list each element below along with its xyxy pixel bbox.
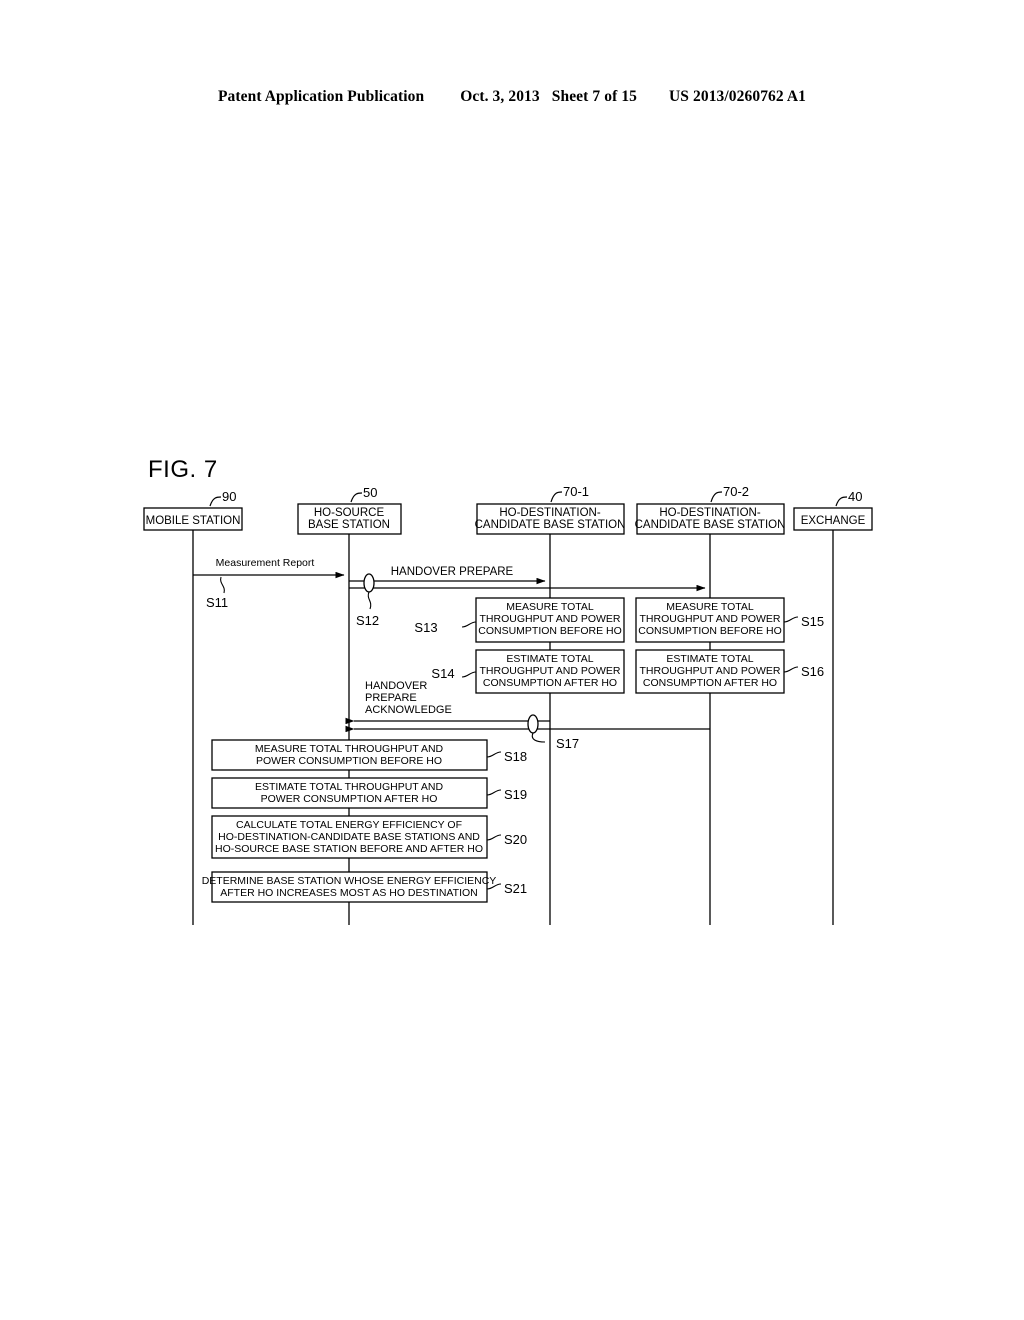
process-box-s15: MEASURE TOTAL THROUGHPUT AND POWER CONSU…	[635, 597, 824, 643]
message-label-hpa-line1: HANDOVER	[365, 680, 427, 692]
process-s19-line2: POWER CONSUMPTION AFTER HO	[261, 793, 438, 805]
process-box-s18: MEASURE TOTAL THROUGHPUT AND POWER CONSU…	[211, 739, 527, 771]
process-s15-line1: MEASURE TOTAL	[666, 601, 754, 613]
process-s16-line3: CONSUMPTION AFTER HO	[643, 677, 777, 689]
step-label-s21: S21	[504, 881, 527, 896]
lifeline-label-candidate1-line2: CANDIDATE BASE STATION	[475, 519, 626, 531]
process-s16-line1: ESTIMATE TOTAL	[666, 653, 753, 665]
process-s21-line1: DETERMINE BASE STATION WHOSE ENERGY EFFI…	[202, 875, 497, 887]
step-label-s11: S11	[206, 595, 228, 610]
process-box-s19: ESTIMATE TOTAL THROUGHPUT AND POWER CONS…	[211, 777, 527, 809]
reference-numeral-90: 90	[222, 489, 236, 504]
lifeline-label-exchange: EXCHANGE	[801, 515, 866, 527]
step-label-s13: S13	[414, 620, 437, 635]
reference-numeral-50: 50	[363, 485, 377, 500]
process-s19-line1: ESTIMATE TOTAL THROUGHPUT AND	[255, 781, 443, 793]
reference-numeral-40: 40	[848, 489, 862, 504]
sequence-diagram: MOBILE STATION 90 HO-SOURCE BASE STATION…	[143, 484, 873, 925]
lifeline-label-mobile-station: MOBILE STATION	[146, 515, 241, 527]
process-box-s20: CALCULATE TOTAL ENERGY EFFICIENCY OF HO-…	[211, 815, 527, 859]
step-label-s18: S18	[504, 749, 527, 764]
lifeline-head-ho-dest-candidate-2: HO-DESTINATION- CANDIDATE BASE STATION 7…	[635, 484, 786, 535]
process-s15-line2: THROUGHPUT AND POWER	[640, 613, 781, 625]
step-label-s20: S20	[504, 832, 527, 847]
process-s13-line3: CONSUMPTION BEFORE HO	[478, 625, 622, 637]
process-box-s16: ESTIMATE TOTAL THROUGHPUT AND POWER CONS…	[635, 649, 824, 694]
lifeline-head-mobile-station: MOBILE STATION 90	[143, 489, 243, 531]
process-s15-line3: CONSUMPTION BEFORE HO	[638, 625, 782, 637]
reference-numeral-70-2: 70-2	[723, 484, 749, 499]
reference-numeral-70-1: 70-1	[563, 484, 589, 499]
lifeline-label-candidate2-line1: HO-DESTINATION-	[659, 507, 761, 519]
lifeline-label-ho-source-line1: HO-SOURCE	[314, 507, 385, 519]
step-label-s15: S15	[801, 614, 824, 629]
process-s18-line1: MEASURE TOTAL THROUGHPUT AND	[255, 743, 444, 755]
figure-7: FIG. 7 MOBILE STATION 90 HO-SOURCE BASE …	[0, 0, 1024, 1320]
process-s21-line2: AFTER HO INCREASES MOST AS HO DESTINATIO…	[220, 887, 477, 899]
lifeline-head-ho-dest-candidate-1: HO-DESTINATION- CANDIDATE BASE STATION 7…	[475, 484, 626, 535]
lifeline-label-candidate2-line2: CANDIDATE BASE STATION	[635, 519, 786, 531]
process-s20-line3: HO-SOURCE BASE STATION BEFORE AND AFTER …	[215, 843, 483, 855]
process-s13-line1: MEASURE TOTAL	[506, 601, 594, 613]
process-s14-line2: THROUGHPUT AND POWER	[480, 665, 621, 677]
process-s20-line2: HO-DESTINATION-CANDIDATE BASE STATIONS A…	[218, 831, 480, 843]
process-s14-line1: ESTIMATE TOTAL	[506, 653, 593, 665]
step-label-s19: S19	[504, 787, 527, 802]
lifeline-label-candidate1-line1: HO-DESTINATION-	[499, 507, 601, 519]
message-label-hpa-line3: ACKNOWLEDGE	[365, 704, 452, 716]
lifeline-head-ho-source-base-station: HO-SOURCE BASE STATION 50	[297, 485, 402, 535]
process-s16-line2: THROUGHPUT AND POWER	[640, 665, 781, 677]
process-s14-line3: CONSUMPTION AFTER HO	[483, 677, 617, 689]
message-measurement-report: Measurement Report S11	[193, 557, 345, 610]
message-label-measurement-report: Measurement Report	[216, 557, 315, 569]
message-label-hpa-line2: PREPARE	[365, 692, 417, 704]
process-box-s21: DETERMINE BASE STATION WHOSE ENERGY EFFI…	[202, 871, 527, 903]
lifeline-head-exchange: EXCHANGE 40	[793, 489, 873, 531]
step-label-s16: S16	[801, 664, 824, 679]
message-label-handover-prepare: HANDOVER PREPARE	[391, 566, 514, 578]
process-box-s13: MEASURE TOTAL THROUGHPUT AND POWER CONSU…	[414, 597, 625, 643]
step-label-s17: S17	[556, 736, 579, 751]
process-s13-line2: THROUGHPUT AND POWER	[480, 613, 621, 625]
process-box-s14: ESTIMATE TOTAL THROUGHPUT AND POWER CONS…	[431, 649, 625, 694]
step-label-s14: S14	[431, 666, 454, 681]
lifeline-label-ho-source-line2: BASE STATION	[308, 519, 390, 531]
process-s18-line2: POWER CONSUMPTION BEFORE HO	[256, 755, 442, 767]
process-s20-line1: CALCULATE TOTAL ENERGY EFFICIENCY OF	[236, 819, 462, 831]
step-label-s12: S12	[356, 613, 379, 628]
